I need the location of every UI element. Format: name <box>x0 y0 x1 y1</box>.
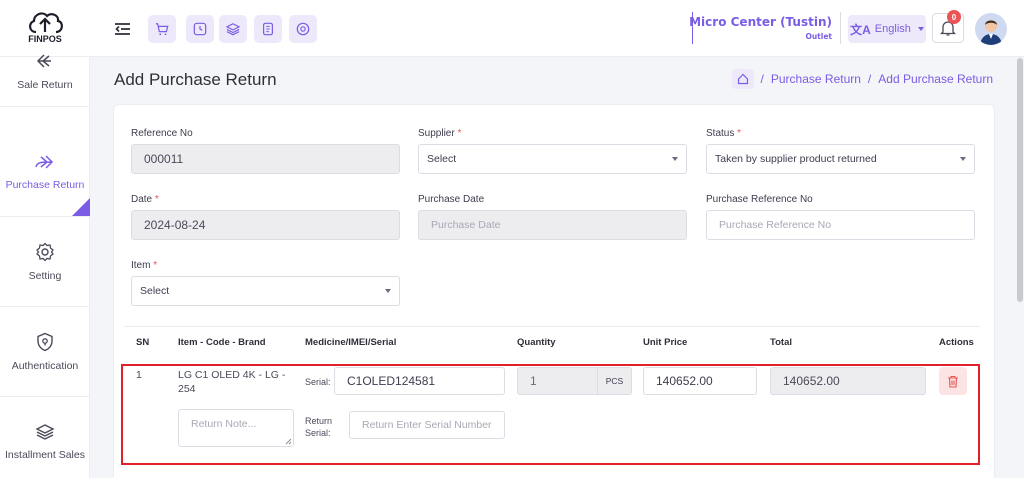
date-field[interactable]: 2024-08-24 <box>131 210 400 240</box>
reference-no-label: Reference No <box>131 128 193 139</box>
column-header-total: Total <box>770 337 792 348</box>
breadcrumb: / Purchase Return / Add Purchase Return <box>731 69 993 89</box>
return-arrow-icon <box>36 53 51 68</box>
page-scrollbar[interactable] <box>1017 58 1023 302</box>
total-field: 140652.00 <box>770 367 926 395</box>
avatar[interactable] <box>975 13 1007 45</box>
return-serial-input[interactable]: Return Enter Serial Number <box>349 411 505 439</box>
gear-icon <box>36 242 54 261</box>
delete-row-button[interactable] <box>939 367 967 395</box>
sidebar-item-setting[interactable]: Setting <box>0 217 90 307</box>
purchase-reference-input[interactable]: Purchase Reference No <box>706 210 975 240</box>
column-header-serial: Medicine/IMEI/Serial <box>305 337 397 348</box>
language-selector[interactable]: 文A English <box>848 15 926 43</box>
supplier-select[interactable]: Select <box>418 144 687 174</box>
row-item: LG C1 OLED 4K - LG - 254 <box>178 369 286 395</box>
column-header-actions: Actions <box>939 337 974 348</box>
sidebar-item-label: Setting <box>28 269 62 282</box>
reference-no-field: 000011 <box>131 144 400 174</box>
language-label: English <box>874 23 911 35</box>
chevron-down-icon <box>960 157 966 161</box>
sidebar-item-label: Authentication <box>11 359 79 372</box>
unit-label: PCS <box>597 367 632 395</box>
sidebar-item-sale-return[interactable]: Sale Return <box>0 37 90 107</box>
purchase-reference-label: Purchase Reference No <box>706 194 813 205</box>
cloud-upload-icon <box>29 12 63 34</box>
store-name[interactable]: Micro Center (Tustin) <box>689 15 832 29</box>
clock-icon[interactable] <box>186 15 214 43</box>
chevron-down-icon <box>385 289 391 293</box>
item-label: Item * <box>131 260 158 271</box>
purchase-date-label: Purchase Date <box>418 194 485 205</box>
top-header: FINPOS Micro Center (Tustin) Outlet 文A E… <box>0 0 1024 57</box>
column-header-item: Item - Code - Brand <box>178 337 266 348</box>
cart-icon[interactable] <box>148 15 176 43</box>
layers-icon <box>35 423 55 440</box>
table-divider <box>124 326 980 327</box>
home-icon[interactable] <box>731 69 754 89</box>
sidebar-item-purchase-return[interactable]: Purchase Return <box>0 127 90 217</box>
quantity-input[interactable]: 1 <box>517 367 598 395</box>
status-select[interactable]: Taken by supplier product returned <box>706 144 975 174</box>
return-note-textarea[interactable]: Return Note... <box>178 409 294 447</box>
return-serial-label: Return Serial: <box>305 416 333 438</box>
globe-icon[interactable] <box>289 15 317 43</box>
translate-icon: 文A <box>850 22 871 37</box>
status-value: Taken by supplier product returned <box>715 153 877 165</box>
sidebar-item-label: Sale Return <box>17 78 73 91</box>
page-title: Add Purchase Return <box>114 70 277 89</box>
store-type: Outlet <box>805 32 832 41</box>
notebook-icon[interactable] <box>254 15 282 43</box>
column-header-unit-price: Unit Price <box>643 337 688 348</box>
column-header-sn: SN <box>136 337 150 348</box>
layers-icon[interactable] <box>219 15 247 43</box>
supplier-value: Select <box>427 153 457 165</box>
shield-icon <box>37 332 53 351</box>
active-indicator <box>72 198 90 216</box>
serial-label: Serial: <box>305 377 331 387</box>
sidebar-item-authentication[interactable]: Authentication <box>0 307 90 397</box>
chevron-down-icon <box>672 157 678 161</box>
status-label: Status * <box>706 128 742 139</box>
sidebar-item-label: Purchase Return <box>5 178 85 191</box>
chevron-down-icon <box>917 27 924 31</box>
item-value: Select <box>140 285 170 297</box>
purchase-date-field[interactable]: Purchase Date <box>418 210 687 240</box>
header-divider <box>840 12 841 44</box>
notification-badge: 0 <box>947 10 961 24</box>
sidebar-item-installment-sales[interactable]: Installment Sales <box>0 397 90 478</box>
breadcrumb-separator: / <box>760 72 764 86</box>
trash-icon <box>948 375 958 388</box>
resize-handle-icon[interactable] <box>285 438 292 445</box>
breadcrumb-current: Add Purchase Return <box>878 72 993 86</box>
supplier-label: Supplier * <box>418 128 462 139</box>
forward-arrow-icon <box>35 154 54 169</box>
unit-price-input[interactable]: 140652.00 <box>643 367 757 395</box>
date-label: Date * <box>131 194 159 205</box>
serial-input[interactable]: C1OLED124581 <box>334 367 505 395</box>
sidebar-item-label: Installment Sales <box>5 448 85 461</box>
breadcrumb-separator: / <box>867 72 872 86</box>
row-sn: 1 <box>136 369 142 381</box>
breadcrumb-purchase-return[interactable]: Purchase Return <box>771 72 861 86</box>
item-select[interactable]: Select <box>131 276 400 306</box>
sidebar: Sale Return Purchase Return Setting Auth… <box>0 53 90 478</box>
column-header-quantity: Quantity <box>517 337 556 348</box>
menu-collapse-icon[interactable] <box>113 19 133 39</box>
